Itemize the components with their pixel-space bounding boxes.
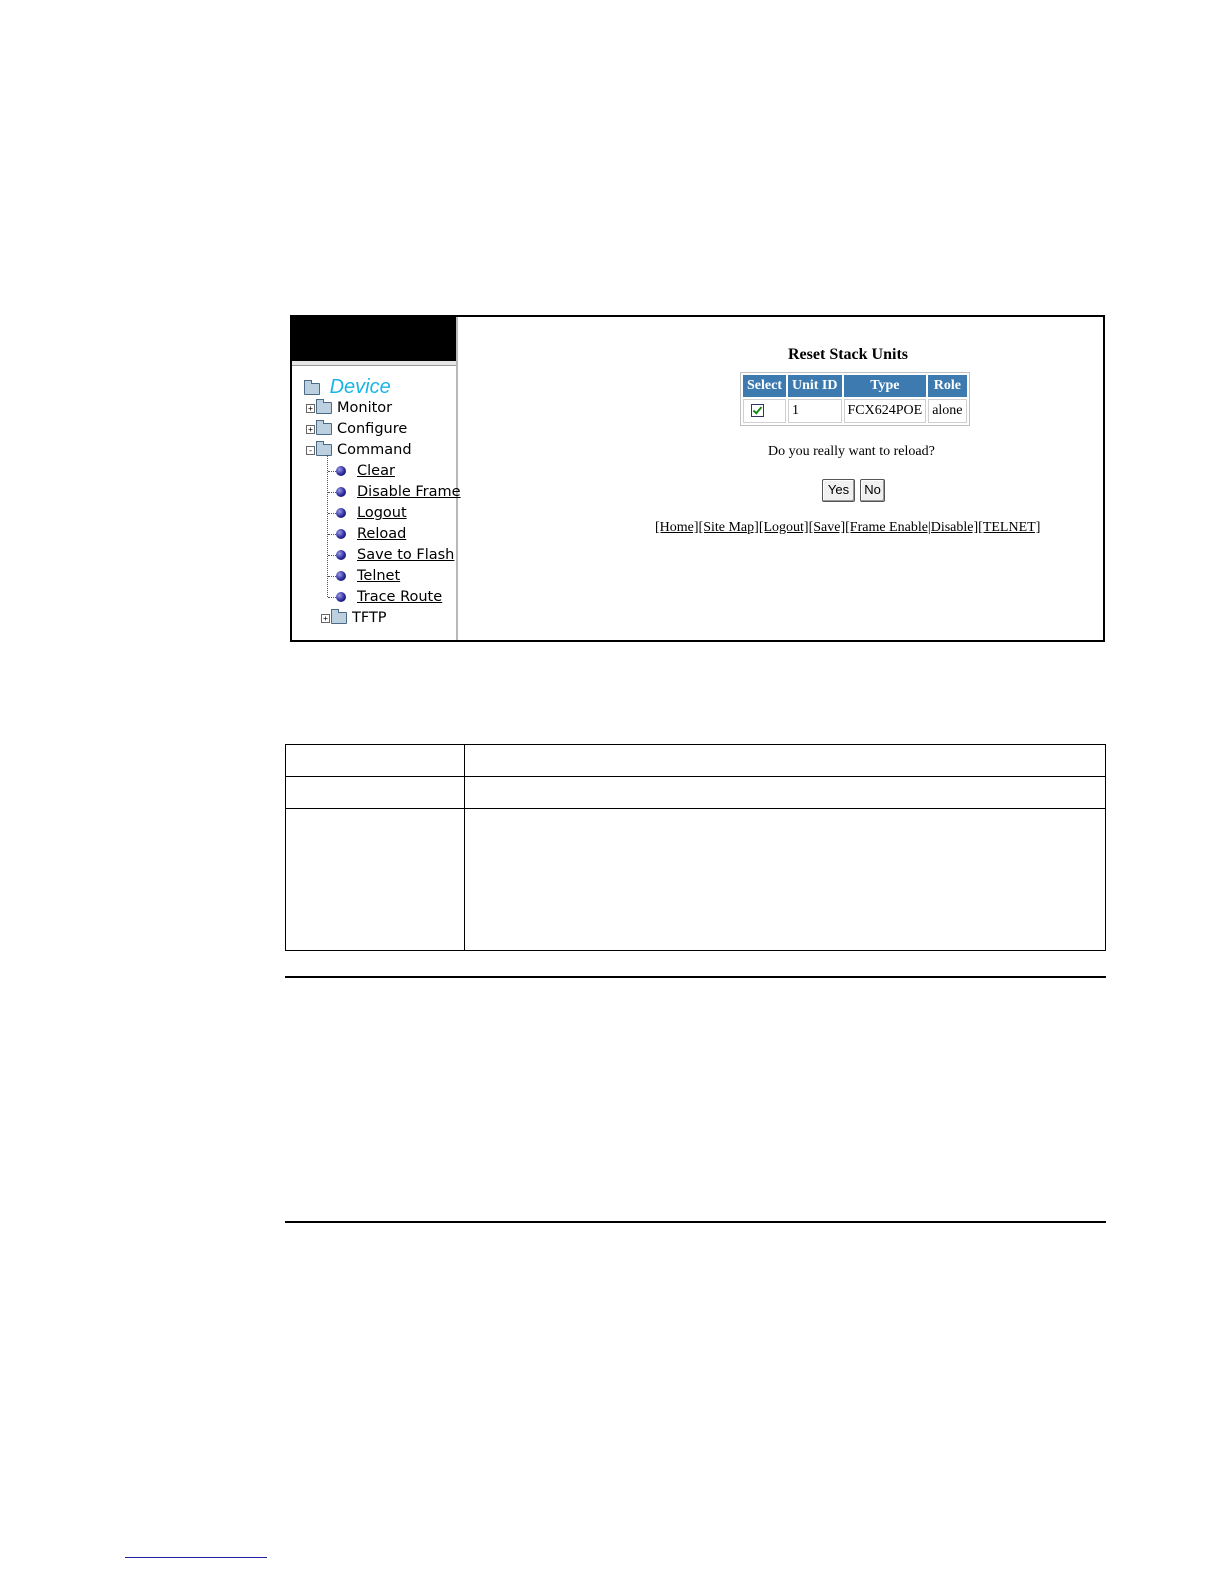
table-cell	[285, 744, 465, 777]
tree-root-label: Device	[329, 376, 391, 398]
command-link-trace-route[interactable]: Trace Route	[357, 587, 442, 608]
command-link-save-to-flash[interactable]: Save to Flash	[357, 545, 454, 566]
command-link-reload[interactable]: Reload	[357, 524, 406, 545]
table-row	[285, 808, 1106, 951]
folder-icon	[331, 609, 347, 624]
tree-item-configure[interactable]: + Configure	[306, 419, 407, 440]
tree-branch	[328, 492, 336, 493]
table-cell	[464, 744, 1106, 777]
table-cell	[285, 776, 465, 809]
bullet-icon	[336, 529, 346, 539]
tree-item-monitor[interactable]: + Monitor	[306, 398, 392, 419]
tree-item-label: TFTP	[352, 610, 387, 626]
link-telnet[interactable]: [TELNET]	[978, 520, 1040, 535]
tree-branch	[328, 534, 336, 535]
tree-item-label: Command	[337, 442, 412, 458]
link-frame-enable-disable[interactable]: [Frame Enable|Disable]	[845, 520, 978, 535]
nav-separator	[292, 361, 456, 366]
bullet-icon	[336, 571, 346, 581]
table-row	[285, 776, 1106, 809]
tree-item-label: Monitor	[337, 400, 393, 416]
document-table	[285, 744, 1106, 951]
no-button[interactable]: No	[860, 479, 885, 502]
horizontal-rule	[285, 1221, 1106, 1223]
link-label[interactable]: Save to Flash	[357, 547, 454, 563]
table-header-row: Select Unit ID Type Role	[743, 375, 967, 397]
command-link-disable-frame[interactable]: Disable Frame	[357, 482, 461, 503]
expand-icon[interactable]: +	[321, 613, 330, 623]
column-header-unit-id: Unit ID	[787, 375, 842, 397]
page-title: Reset Stack Units	[788, 346, 908, 363]
stack-units-table: Select Unit ID Type Role 1 FCX624POE alo…	[740, 372, 970, 426]
table-row	[285, 744, 1106, 777]
footnote-rule	[125, 1557, 267, 1558]
column-header-role: Role	[928, 375, 967, 397]
tree-branch	[328, 471, 336, 472]
horizontal-rule	[285, 976, 1106, 978]
tree-item-label: Configure	[337, 421, 408, 437]
link-save[interactable]: [Save]	[809, 520, 846, 535]
expand-icon[interactable]: +	[306, 424, 315, 434]
column-header-type: Type	[843, 375, 927, 397]
bullet-icon	[336, 592, 346, 602]
table-cell	[285, 808, 465, 951]
link-label[interactable]: Logout	[357, 505, 407, 521]
command-link-telnet[interactable]: Telnet	[357, 566, 400, 587]
link-label[interactable]: Clear	[357, 463, 395, 479]
tree-branch	[328, 576, 336, 577]
select-cell	[743, 399, 786, 423]
link-label[interactable]: Telnet	[357, 568, 400, 584]
screenshot-frame: Device + Monitor + Configure - Command Clea…	[290, 315, 1105, 642]
bullet-icon	[336, 487, 346, 497]
type-cell: FCX624POE	[843, 399, 927, 423]
tree-root-device[interactable]: Device	[304, 377, 391, 398]
link-label[interactable]: Reload	[357, 526, 406, 542]
tree-branch	[328, 513, 336, 514]
folder-icon	[316, 420, 332, 435]
tree-branch	[328, 555, 336, 556]
tree-item-tftp[interactable]: + TFTP	[321, 608, 387, 629]
table-row: 1 FCX624POE alone	[743, 399, 967, 423]
reload-question: Do you really want to reload?	[768, 444, 935, 459]
tree-branch	[328, 597, 336, 598]
link-label[interactable]: Trace Route	[357, 589, 442, 605]
yes-button[interactable]: Yes	[822, 479, 855, 502]
link-home[interactable]: [Home]	[655, 520, 699, 535]
navigation-pane: Device + Monitor + Configure - Command Clea…	[292, 317, 461, 640]
command-link-logout[interactable]: Logout	[357, 503, 407, 524]
unit-id-cell: 1	[787, 399, 842, 423]
bullet-icon	[336, 508, 346, 518]
folder-open-icon	[316, 441, 332, 456]
checkbox-icon[interactable]	[751, 404, 764, 418]
table-cell	[464, 776, 1106, 809]
folder-icon	[316, 399, 332, 414]
content-pane: Reset Stack Units Select Unit ID Type Ro…	[458, 317, 1103, 640]
link-label[interactable]: Disable Frame	[357, 484, 461, 500]
folder-open-icon	[304, 380, 320, 395]
column-header-select: Select	[743, 375, 786, 397]
nav-header-banner	[292, 317, 456, 361]
footer-links: [Home][Site Map][Logout][Save][Frame Ena…	[655, 520, 1040, 536]
command-link-clear[interactable]: Clear	[357, 461, 395, 482]
table-cell	[464, 808, 1106, 951]
collapse-icon[interactable]: -	[306, 445, 315, 455]
tree-item-command[interactable]: - Command	[306, 440, 412, 461]
expand-icon[interactable]: +	[306, 403, 315, 413]
bullet-icon	[336, 550, 346, 560]
link-site-map[interactable]: [Site Map]	[699, 520, 759, 535]
role-cell: alone	[928, 399, 967, 423]
bullet-icon	[336, 466, 346, 476]
link-logout[interactable]: [Logout]	[759, 520, 809, 535]
